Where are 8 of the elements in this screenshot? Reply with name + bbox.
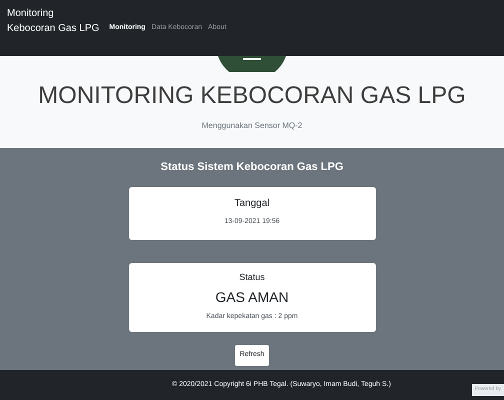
card-label: Status	[239, 271, 265, 284]
page-title: MONITORING KEBOCORAN GAS LPG	[38, 82, 466, 110]
section-heading: Status Sistem Kebocoran Gas LPG	[160, 160, 344, 174]
status-value: GAS AMAN	[215, 288, 289, 306]
brand-text[interactable]: Monitoring	[7, 6, 100, 21]
page-subtitle: Menggunakan Sensor MQ-2	[202, 120, 302, 132]
brand-text[interactable]: Kebocoran Gas LPG	[7, 21, 100, 36]
card-label: Tanggal	[234, 197, 270, 211]
